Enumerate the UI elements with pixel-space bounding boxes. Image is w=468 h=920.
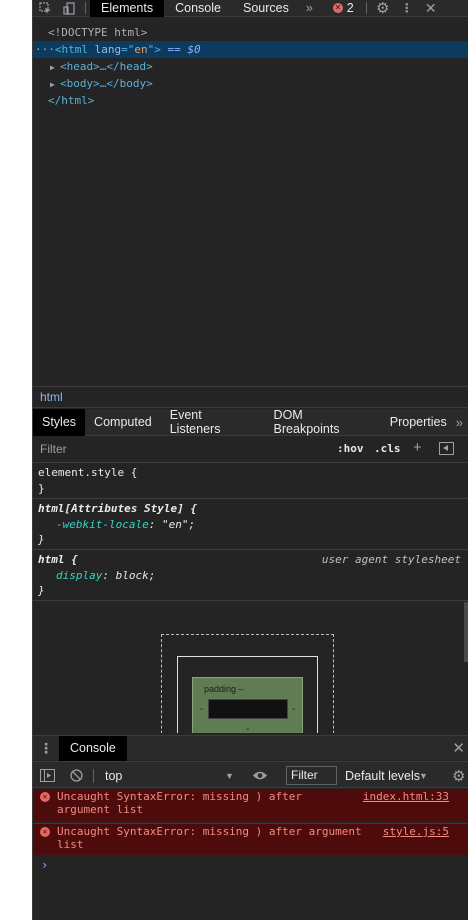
dom-node-html-close[interactable]: </html> bbox=[33, 92, 468, 109]
head-tag: <head>…</head> bbox=[60, 60, 153, 73]
tab-styles[interactable]: Styles bbox=[33, 408, 86, 436]
console-error-message: ✕ Uncaught SyntaxError: missing ) after … bbox=[33, 823, 468, 855]
drawer-menu-icon[interactable]: ⋮ bbox=[33, 740, 59, 757]
error-text: Uncaught SyntaxError: missing ) after ar… bbox=[57, 790, 303, 816]
box-model-content[interactable] bbox=[208, 699, 288, 719]
levels-dropdown-icon[interactable]: ▼ bbox=[419, 762, 428, 789]
html-attr-close: "> bbox=[147, 43, 161, 56]
more-options-icon[interactable]: ⋮ bbox=[395, 0, 419, 17]
html-attr-value: en bbox=[134, 43, 148, 56]
tab-properties[interactable]: Properties bbox=[381, 409, 456, 436]
hov-toggle[interactable]: :hov bbox=[337, 442, 364, 455]
device-toolbar-icon[interactable] bbox=[57, 0, 81, 17]
toolbar-separator bbox=[85, 2, 86, 14]
style-rule-element: element.style { } bbox=[33, 463, 468, 499]
breadcrumb-item-html[interactable]: html bbox=[40, 390, 63, 404]
sidebar-toggle-icon[interactable] bbox=[40, 762, 55, 789]
dom-node-body[interactable]: ▶ <body>…</body> bbox=[33, 75, 468, 92]
style-rule-user-agent: html { user agent stylesheet display: bl… bbox=[33, 551, 468, 601]
context-dropdown-icon[interactable]: ▼ bbox=[225, 762, 234, 789]
rule-selector[interactable]: html[Attributes Style] { bbox=[38, 500, 197, 517]
rule-declaration[interactable]: display: block; bbox=[38, 567, 155, 584]
gear-icon[interactable]: ⚙ bbox=[371, 0, 395, 17]
tab-sources[interactable]: Sources bbox=[232, 0, 300, 17]
html-open-tag: <html bbox=[54, 43, 88, 56]
tab-event-listeners[interactable]: Event Listeners bbox=[161, 408, 265, 436]
more-tabs-icon[interactable]: » bbox=[456, 415, 468, 430]
error-source-link[interactable]: style.js:5 bbox=[383, 825, 449, 838]
padding-label: padding – bbox=[204, 684, 244, 694]
box-model: padding – - - - bbox=[33, 602, 468, 733]
body-tag: <body>…</body> bbox=[60, 77, 153, 90]
error-source-link[interactable]: index.html:33 bbox=[363, 790, 449, 803]
padding-bottom-value: - bbox=[246, 724, 250, 733]
dom-doctype[interactable]: <!DOCTYPE html> bbox=[33, 24, 468, 41]
property-name: -webkit-locale bbox=[56, 518, 149, 531]
padding-left-value: - bbox=[200, 704, 204, 715]
devtools-panel: Elements Console Sources » ✕ 2 ⚙ ⋮ ✕ <!D… bbox=[32, 0, 468, 920]
main-toolbar: Elements Console Sources » ✕ 2 ⚙ ⋮ ✕ bbox=[33, 0, 468, 17]
tab-computed[interactable]: Computed bbox=[85, 409, 161, 436]
log-levels-dropdown[interactable]: Default levels bbox=[345, 762, 420, 789]
dom-tree: <!DOCTYPE html> ···<html lang="en"> == $… bbox=[33, 18, 468, 384]
tab-console-drawer[interactable]: Console bbox=[59, 735, 127, 761]
padding-right-value: - bbox=[292, 704, 296, 715]
close-icon[interactable]: ✕ bbox=[419, 0, 443, 17]
inspect-element-icon[interactable] bbox=[33, 0, 57, 17]
tab-elements[interactable]: Elements bbox=[90, 0, 165, 17]
clear-console-icon[interactable] bbox=[70, 762, 83, 789]
rule-selector[interactable]: element.style { bbox=[38, 464, 137, 481]
console-toolbar: top ▼ Filter Default levels ▼ ⚙ bbox=[33, 761, 468, 788]
tab-console[interactable]: Console bbox=[164, 0, 232, 17]
console-settings-gear-icon[interactable]: ⚙ bbox=[452, 762, 465, 789]
rule-declaration[interactable]: -webkit-locale: "en"; bbox=[38, 516, 195, 533]
style-rule-attributes: html[Attributes Style] { -webkit-locale:… bbox=[33, 500, 468, 550]
property-name: display bbox=[56, 569, 103, 582]
styles-filter-row: Filter :hov .cls + bbox=[33, 437, 468, 463]
property-value: "en"; bbox=[161, 518, 196, 531]
drawer-header: ⋮ Console ✕ bbox=[33, 735, 468, 761]
console-prompt[interactable]: › bbox=[41, 858, 48, 872]
close-drawer-icon[interactable]: ✕ bbox=[452, 739, 468, 757]
styles-filter-input[interactable]: Filter bbox=[40, 442, 67, 456]
error-icon: ✕ bbox=[40, 827, 50, 837]
dom-node-html[interactable]: ···<html lang="en"> == $0 bbox=[33, 41, 468, 58]
new-style-rule-icon[interactable]: + bbox=[413, 439, 422, 456]
error-count: 2 bbox=[346, 1, 354, 15]
expand-triangle-icon[interactable]: ▶ bbox=[50, 76, 60, 93]
sidebar-tabs: Styles Computed Event Listeners DOM Brea… bbox=[33, 408, 468, 436]
error-icon: ✕ bbox=[332, 3, 343, 13]
toolbar-separator bbox=[365, 2, 367, 14]
styles-scrollbar[interactable] bbox=[464, 602, 468, 662]
property-value: block; bbox=[115, 569, 156, 582]
rule-close: } bbox=[38, 482, 45, 495]
rule-selector[interactable]: html { bbox=[38, 551, 78, 568]
toggle-sidebar-icon[interactable] bbox=[439, 442, 454, 455]
rule-origin: user agent stylesheet bbox=[321, 553, 461, 566]
dom-node-head[interactable]: ▶ <head>…</head> bbox=[33, 58, 468, 75]
html-attr-name: lang bbox=[88, 43, 122, 56]
rule-close: } bbox=[38, 584, 45, 597]
html-attr-eq: =" bbox=[121, 43, 135, 56]
live-expression-eye-icon[interactable] bbox=[252, 762, 268, 789]
ellipsis-icon: ··· bbox=[35, 43, 55, 56]
more-tabs-icon[interactable]: » bbox=[300, 0, 319, 17]
html-close-tag: </html> bbox=[48, 94, 95, 107]
expand-triangle-icon[interactable]: ▶ bbox=[50, 59, 60, 76]
error-text: Uncaught SyntaxError: missing ) after ar… bbox=[57, 825, 362, 851]
selected-marker: == $0 bbox=[160, 43, 201, 56]
doctype-text: <!DOCTYPE html> bbox=[48, 26, 148, 39]
cls-toggle[interactable]: .cls bbox=[374, 442, 401, 455]
console-filter-input[interactable]: Filter bbox=[286, 766, 337, 785]
console-error-message: ✕ Uncaught SyntaxError: missing ) after … bbox=[33, 789, 468, 821]
context-selector[interactable]: top bbox=[105, 762, 122, 789]
error-counter[interactable]: ✕ 2 bbox=[332, 1, 354, 15]
breadcrumb: html bbox=[33, 386, 468, 408]
error-icon: ✕ bbox=[40, 792, 50, 802]
rule-close: } bbox=[38, 533, 45, 546]
tab-dom-breakpoints[interactable]: DOM Breakpoints bbox=[265, 408, 381, 436]
